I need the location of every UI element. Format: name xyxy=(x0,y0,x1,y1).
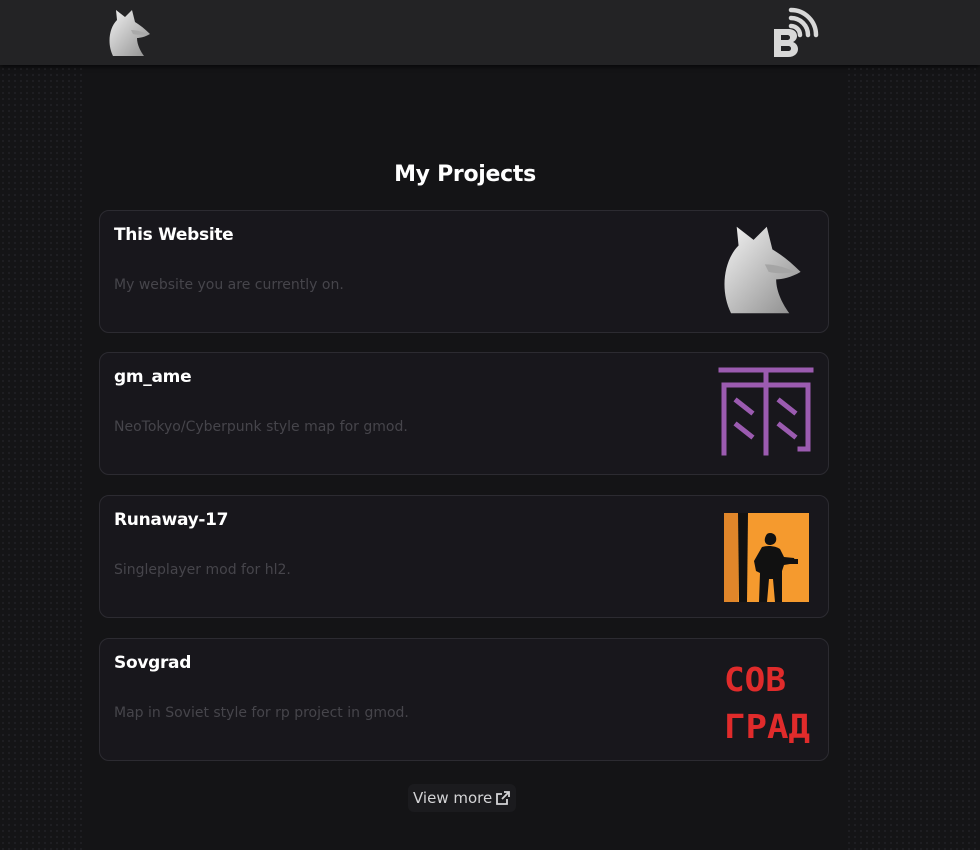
view-more-link[interactable]: View more xyxy=(408,784,517,812)
project-title: Runaway-17 xyxy=(114,510,229,530)
svg-text:СОВ: СОВ xyxy=(724,660,786,699)
svg-text:ГРАД: ГРАД xyxy=(724,707,810,745)
project-title: gm_ame xyxy=(114,367,192,387)
project-card-this-website[interactable]: This Website My website you are currentl… xyxy=(99,210,829,333)
site-header xyxy=(0,0,980,65)
sovgrad-logo-icon: СОВ ГРАД xyxy=(724,659,810,746)
fox-logo-icon xyxy=(716,223,810,317)
project-title: Sovgrad xyxy=(114,653,192,673)
blog-rss-icon[interactable] xyxy=(771,7,819,59)
project-card-sovgrad[interactable]: Sovgrad Map in Soviet style for rp proje… xyxy=(99,638,829,761)
project-description: My website you are currently on. xyxy=(114,277,344,293)
project-card-gm-ame[interactable]: gm_ame NeoTokyo/Cyberpunk style map for … xyxy=(99,352,829,475)
view-more-label: View more xyxy=(413,789,493,807)
project-card-runaway-17[interactable]: Runaway-17 Singleplayer mod for hl2. xyxy=(99,495,829,618)
external-link-icon xyxy=(495,790,511,806)
soldier-silhouette-icon xyxy=(724,513,809,602)
main-content: My Projects This Website My website you … xyxy=(85,65,845,850)
rain-kanji-icon xyxy=(718,365,814,459)
project-title: This Website xyxy=(114,225,234,245)
project-description: NeoTokyo/Cyberpunk style map for gmod. xyxy=(114,419,408,435)
project-description: Map in Soviet style for rp project in gm… xyxy=(114,705,409,721)
project-description: Singleplayer mod for hl2. xyxy=(114,562,291,578)
page-title: My Projects xyxy=(394,162,536,187)
fox-logo-icon[interactable] xyxy=(107,8,153,58)
